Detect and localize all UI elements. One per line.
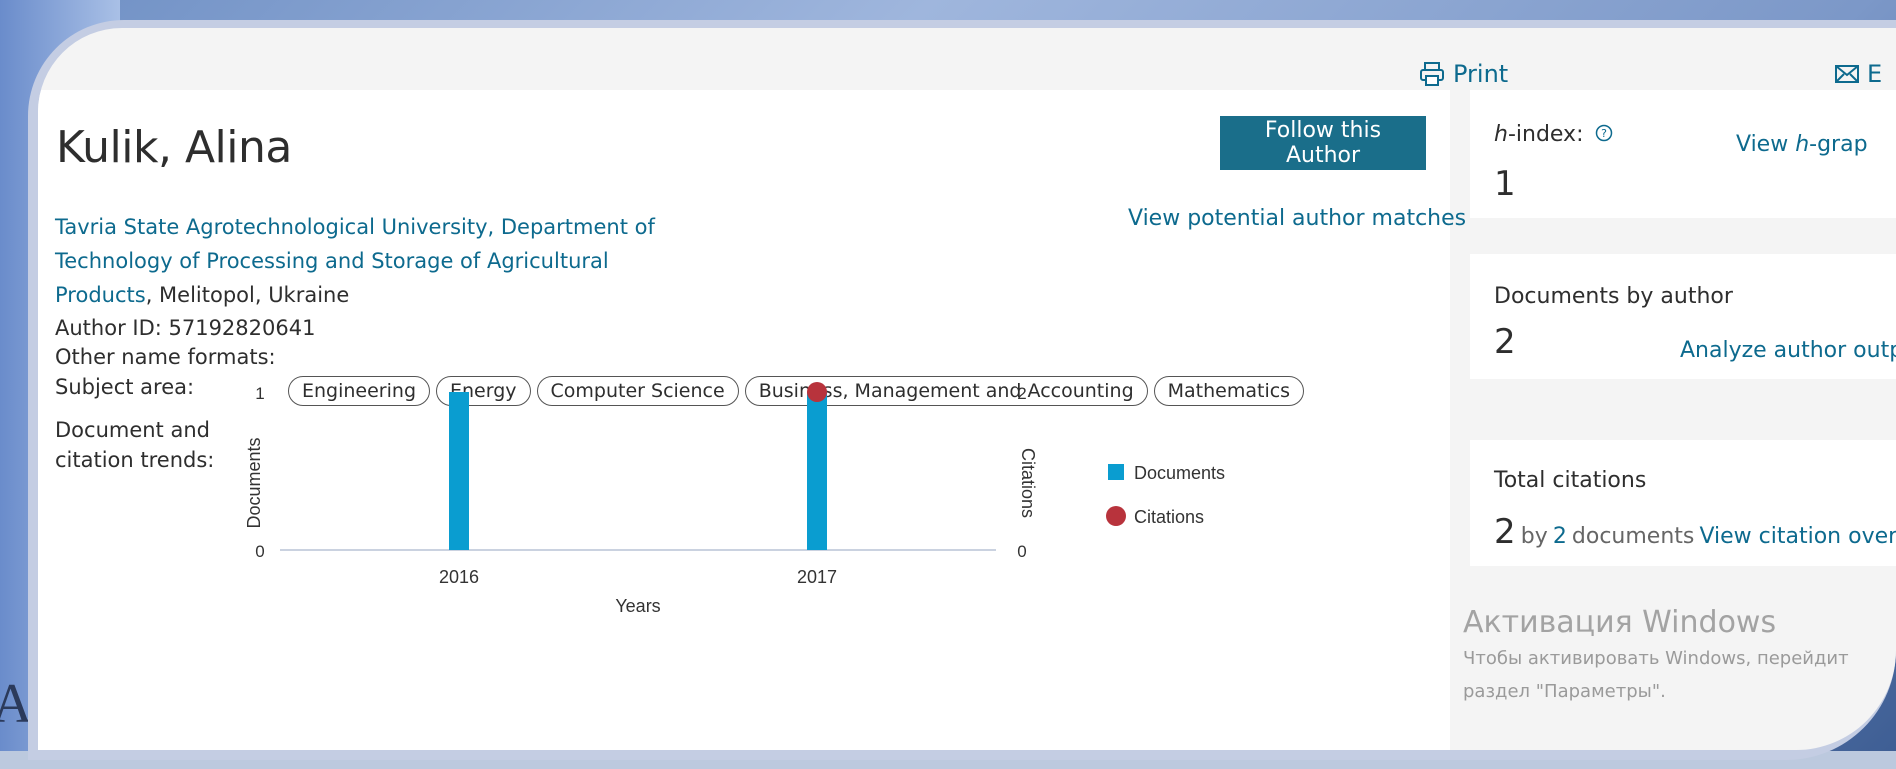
citations-docs-word: documents — [1571, 524, 1695, 549]
left-axis-title: Documents — [244, 437, 264, 528]
left-axis-tick-label: 0 — [255, 542, 264, 561]
document-citation-chart: 0 1 0 2 Documents Citations 2016 2017 Years Docum… — [244, 382, 1225, 616]
documents-count: 2 — [1494, 322, 1516, 362]
documents-bar — [449, 392, 469, 550]
svg-text:?: ? — [1601, 127, 1607, 140]
h-index-card: h-index: ? 1 View h-grap — [1470, 90, 1896, 218]
analyze-author-output-link[interactable]: Analyze author outp — [1680, 338, 1896, 363]
total-citations-label: Total citations — [1494, 468, 1647, 493]
right-axis-tick-label: 0 — [1017, 542, 1026, 561]
h-index-label: h-index: ? — [1494, 122, 1613, 148]
activation-line2: раздел "Параметры". — [1463, 681, 1666, 702]
email-button[interactable]: E — [1835, 60, 1882, 88]
activation-title: Активация Windows — [1463, 605, 1777, 640]
citations-count: 2 — [1494, 512, 1516, 552]
scopus-author-page: Print E Kulik, Alina Follow this Author … — [38, 28, 1896, 750]
h-index-h: h — [1494, 122, 1508, 147]
activation-line1: Чтобы активировать Windows, перейдит — [1463, 648, 1849, 669]
citations-summary: 2 by 2 documents View citation overvie — [1494, 512, 1896, 552]
documents-bar — [807, 392, 827, 550]
right-axis-title: Citations — [1018, 448, 1038, 518]
legend-citations-label: Citations — [1134, 507, 1204, 527]
windows-activation-watermark: Активация Windows Чтобы активировать Win… — [1463, 605, 1849, 706]
envelope-icon — [1835, 64, 1859, 84]
x-axis-title: Years — [615, 596, 660, 616]
legend-citations-swatch — [1106, 506, 1126, 526]
help-icon[interactable]: ? — [1595, 123, 1613, 148]
documents-by-author-card: Documents by author 2 Analyze author out… — [1470, 254, 1896, 379]
left-axis-tick-label: 1 — [255, 384, 264, 403]
legend-documents-label: Documents — [1134, 463, 1225, 483]
h-graph-link-prefix: View — [1736, 132, 1796, 157]
right-axis-tick-label: 2 — [1017, 384, 1026, 403]
total-citations-card: Total citations 2 by 2 documents View ci… — [1470, 440, 1896, 566]
x-tick-label: 2017 — [797, 567, 837, 587]
citations-docs-count-link[interactable]: 2 — [1553, 524, 1567, 549]
h-graph-link-h: h — [1795, 132, 1810, 157]
view-h-graph-link[interactable]: View h-grap — [1736, 132, 1868, 157]
top-toolbar: Print E — [38, 28, 1896, 90]
view-citation-overview-link[interactable]: View citation overvie — [1699, 524, 1896, 549]
printer-icon — [1419, 61, 1445, 87]
citations-by: by — [1520, 524, 1548, 549]
legend-documents-swatch — [1108, 464, 1124, 480]
h-graph-link-suffix: -grap — [1809, 132, 1868, 157]
citations-point — [807, 382, 827, 402]
print-button[interactable]: Print — [1419, 60, 1508, 88]
x-tick-label: 2016 — [439, 567, 479, 587]
print-label: Print — [1453, 60, 1509, 88]
email-label: E — [1867, 60, 1883, 88]
documents-by-author-label: Documents by author — [1494, 284, 1733, 309]
author-details-card: Kulik, Alina Follow this Author View pot… — [38, 90, 1466, 750]
h-index-label-text: -index: — [1507, 122, 1584, 147]
h-index-value: 1 — [1494, 164, 1516, 204]
